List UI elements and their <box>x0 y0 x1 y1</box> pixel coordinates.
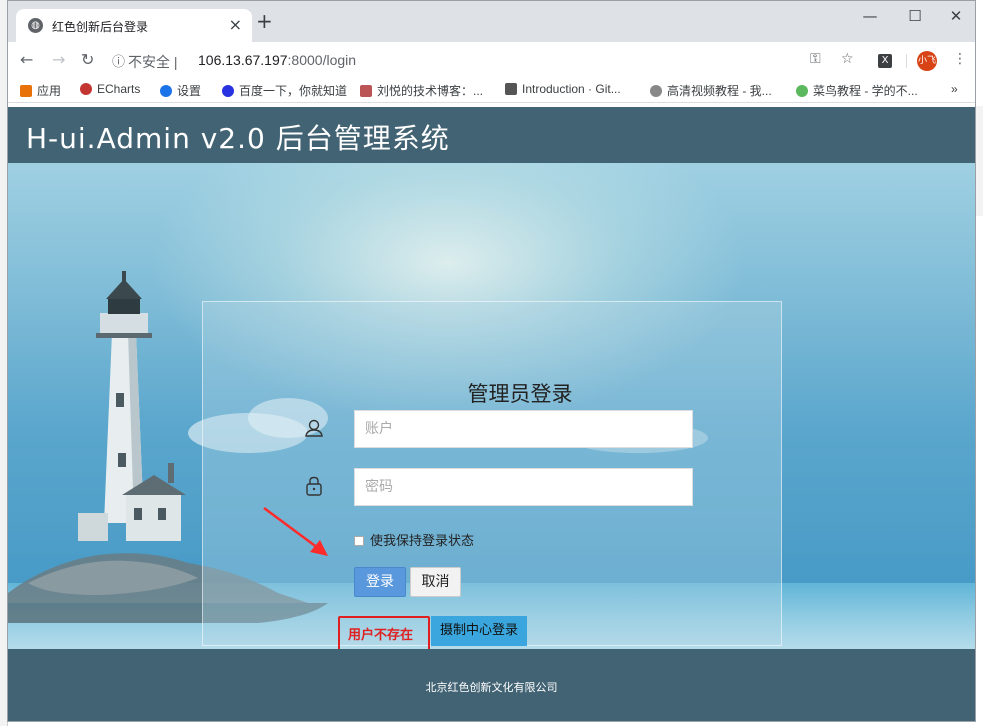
screen: ◍ 红色创新后台登录 × + — ☐ ✕ ← → ↻ ⓘ 不安全 | 106.1… <box>0 0 983 726</box>
bookmark-more[interactable]: » <box>951 82 958 96</box>
new-tab-button[interactable]: + <box>256 11 273 31</box>
bookmark-blog[interactable]: 刘悦的技术博客：... <box>360 82 483 99</box>
remember-me[interactable]: 使我保持登录状态 <box>354 530 474 549</box>
login-title: 管理员登录 <box>467 382 573 406</box>
menu-kebab-icon[interactable]: ⋮ <box>953 51 967 67</box>
page-header: H-ui.Admin v2.0 后台管理系统 <box>8 107 975 163</box>
bookmark-settings[interactable]: 设置 <box>160 82 201 99</box>
tab-close-icon[interactable]: × <box>229 15 242 34</box>
close-window-button[interactable]: ✕ <box>946 7 966 25</box>
star-icon[interactable]: ☆ <box>841 51 854 67</box>
book-icon <box>505 83 517 95</box>
background-window-edge-right <box>975 106 983 216</box>
security-label: 不安全 | <box>128 54 178 70</box>
globe-icon: ◍ <box>28 18 43 33</box>
remember-checkbox[interactable] <box>354 536 364 546</box>
bookmarks-bar: 应用 ECharts 设置 百度一下，你就知道 刘悦的技术博客：... Intr… <box>8 78 975 103</box>
login-page: H-ui.Admin v2.0 后台管理系统 管理员登录 账户 使我保持登录状态… <box>8 103 975 721</box>
profile-avatar[interactable]: 小飞 <box>917 51 937 71</box>
toolbar-divider <box>906 54 907 68</box>
video-icon <box>650 85 662 97</box>
forward-arrow-icon[interactable]: → <box>52 50 65 69</box>
red-arrow-annotation <box>263 506 328 556</box>
reload-icon[interactable]: ↻ <box>81 50 94 69</box>
baidu-paw-icon <box>222 85 234 97</box>
minimize-button[interactable]: — <box>860 7 880 25</box>
user-icon <box>304 418 324 443</box>
blog-avatar-icon <box>360 85 372 97</box>
gear-icon <box>160 85 172 97</box>
maximize-button[interactable]: ☐ <box>905 7 925 25</box>
password-input[interactable] <box>354 468 693 506</box>
browser-toolbar: ← → ↻ ⓘ 不安全 | 106.13.67.197:8000/login ⚿… <box>8 42 975 78</box>
url-text[interactable]: 106.13.67.197:8000/login <box>198 52 356 68</box>
bookmark-apps[interactable]: 应用 <box>20 82 61 99</box>
bookmark-video[interactable]: 高清视频教程 - 我... <box>650 82 772 99</box>
bookmark-gitbook[interactable]: Introduction · Git... <box>505 82 621 96</box>
bookmark-echarts[interactable]: ECharts <box>80 82 140 96</box>
page-title: H-ui.Admin v2.0 后台管理系统 <box>26 122 450 155</box>
login-panel: 管理员登录 使我保持登录状态 登录 取消 用户不存在 <box>202 301 782 649</box>
copyright-text: 北京红色创新文化有限公司 <box>425 681 558 694</box>
extension-icon[interactable]: X <box>878 54 892 68</box>
bookmark-runoob[interactable]: 菜鸟教程 - 学的不... <box>796 82 918 99</box>
echarts-icon <box>80 83 92 95</box>
tab-title: 红色创新后台登录 <box>52 20 149 34</box>
page-footer: 北京红色创新文化有限公司 <box>8 649 975 721</box>
lock-icon <box>305 476 323 501</box>
error-message: 用户不存在 <box>348 628 414 643</box>
account-input[interactable] <box>354 410 693 448</box>
address-bar[interactable]: ⓘ 不安全 | 106.13.67.197:8000/login <box>108 48 838 72</box>
active-tab[interactable]: ◍ 红色创新后台登录 × <box>16 9 252 42</box>
bookmark-baidu[interactable]: 百度一下，你就知道 <box>222 82 347 99</box>
sso-login-button[interactable]: 摄制中心登录 <box>431 616 527 646</box>
remember-label: 使我保持登录状态 <box>370 534 475 549</box>
cancel-button[interactable]: 取消 <box>410 567 461 597</box>
back-arrow-icon[interactable]: ← <box>20 50 33 69</box>
hero-background: 管理员登录 使我保持登录状态 登录 取消 用户不存在 <box>8 163 975 649</box>
apps-grid-icon <box>20 85 32 97</box>
info-icon[interactable]: ⓘ <box>112 51 125 70</box>
runoob-icon <box>796 85 808 97</box>
key-icon[interactable]: ⚿ <box>810 51 821 67</box>
login-button[interactable]: 登录 <box>354 567 406 597</box>
browser-window: ◍ 红色创新后台登录 × + — ☐ ✕ ← → ↻ ⓘ 不安全 | 106.1… <box>7 0 976 722</box>
tab-strip: ◍ 红色创新后台登录 × + — ☐ ✕ <box>8 1 975 42</box>
